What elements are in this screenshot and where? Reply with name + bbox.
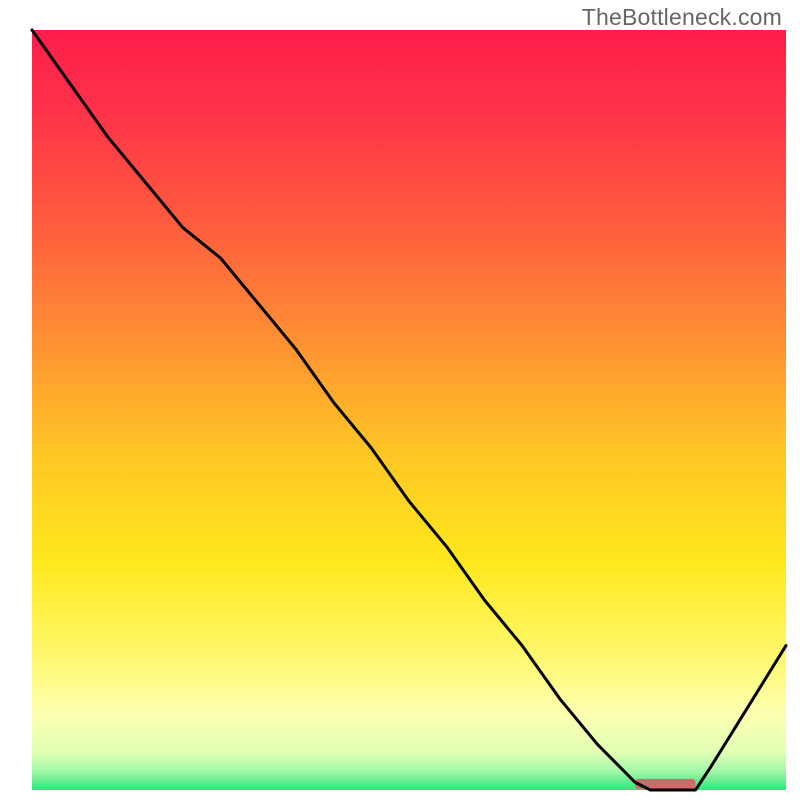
bottleneck-chart bbox=[0, 0, 800, 800]
chart-frame: TheBottleneck.com bbox=[0, 0, 800, 800]
plot-background bbox=[32, 30, 786, 790]
watermark-label: TheBottleneck.com bbox=[582, 4, 782, 31]
